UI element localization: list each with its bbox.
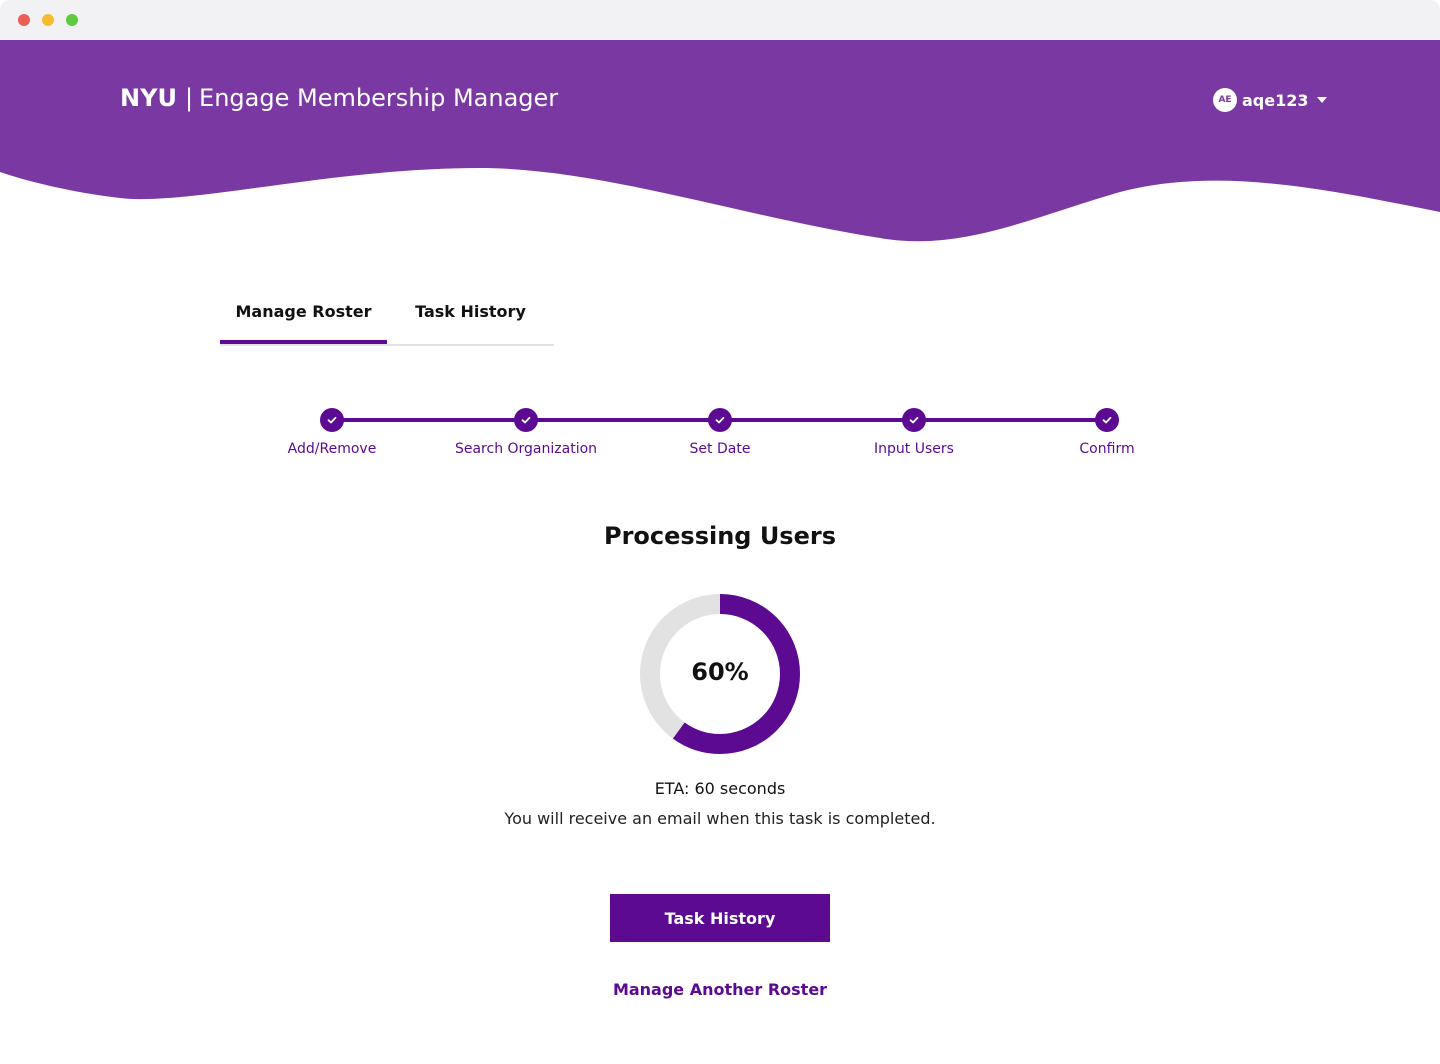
brand-logo-text: NYU bbox=[120, 84, 177, 112]
step-check-icon bbox=[902, 408, 926, 432]
tab-manage-roster[interactable]: Manage Roster bbox=[220, 296, 387, 344]
step-label: Search Organization bbox=[454, 441, 598, 457]
app-title: Engage Membership Manager bbox=[199, 84, 559, 112]
tab-task-history[interactable]: Task History bbox=[387, 296, 554, 342]
maximize-window-button[interactable] bbox=[66, 14, 78, 26]
step-check-icon bbox=[708, 408, 732, 432]
header-banner bbox=[0, 40, 1440, 242]
brand-separator: | bbox=[184, 84, 194, 112]
email-notice: You will receive an email when this task… bbox=[504, 809, 936, 828]
avatar: AE bbox=[1213, 88, 1237, 112]
step-search-organization: Search Organization bbox=[446, 408, 606, 457]
step-check-icon bbox=[320, 408, 344, 432]
step-set-date: Set Date bbox=[640, 408, 800, 457]
username: aqe123 bbox=[1242, 90, 1309, 110]
step-label: Set Date bbox=[689, 441, 751, 457]
step-input-users: Input Users bbox=[834, 408, 994, 457]
app-brand: NYU | Engage Membership Manager bbox=[120, 84, 558, 112]
eta-text: ETA: 60 seconds bbox=[654, 779, 786, 798]
step-check-icon bbox=[514, 408, 538, 432]
task-history-button[interactable]: Task History bbox=[610, 894, 830, 942]
step-label: Confirm bbox=[1079, 441, 1135, 457]
progress-stepper: Add/Remove Search Organization Set Date … bbox=[0, 400, 1440, 480]
progress-percent: 60% bbox=[691, 658, 749, 686]
step-add-remove: Add/Remove bbox=[252, 408, 412, 457]
manage-another-roster-link[interactable]: Manage Another Roster bbox=[0, 980, 1440, 999]
step-label: Input Users bbox=[874, 441, 954, 457]
minimize-window-button[interactable] bbox=[42, 14, 54, 26]
step-check-icon bbox=[1095, 408, 1119, 432]
step-confirm: Confirm bbox=[1027, 408, 1187, 457]
processing-title: Processing Users bbox=[603, 522, 836, 550]
step-label: Add/Remove bbox=[287, 441, 377, 457]
caret-down-icon bbox=[1316, 97, 1327, 103]
close-window-button[interactable] bbox=[18, 14, 30, 26]
window-titlebar bbox=[0, 0, 1440, 40]
user-menu[interactable]: AE aqe123 bbox=[1213, 88, 1327, 112]
tab-bar: Manage Roster Task History bbox=[220, 296, 554, 346]
